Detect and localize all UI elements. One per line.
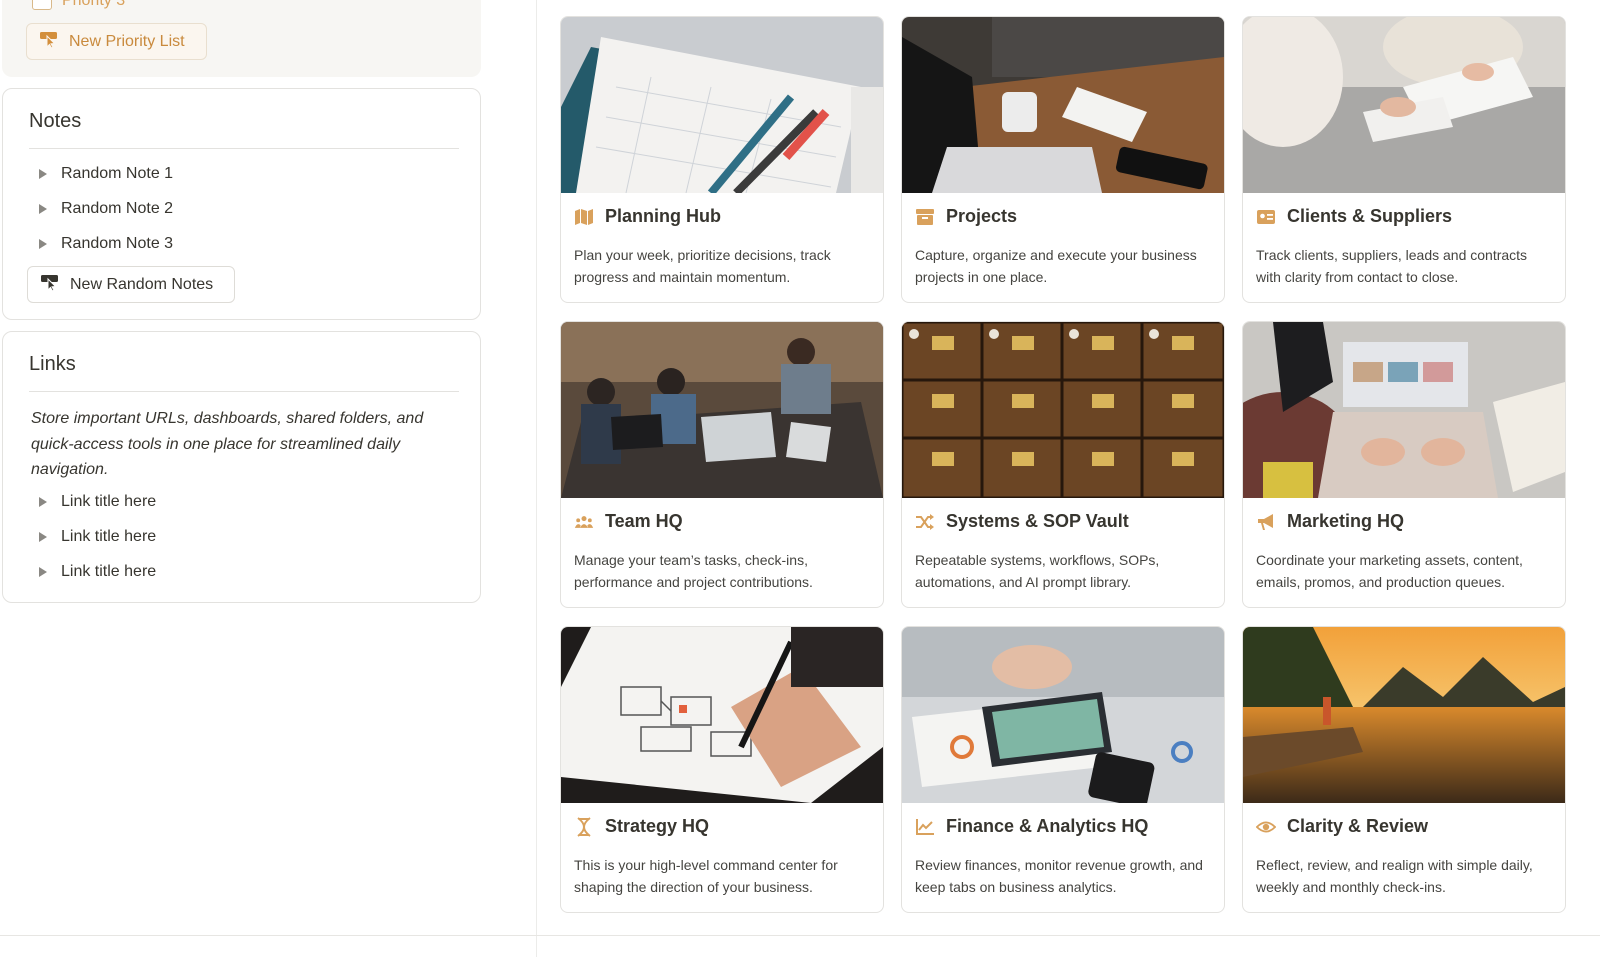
notes-title: Notes [29,110,82,132]
tile-title: Strategy HQ [605,816,710,836]
tile-header: Finance & Analytics HQ [915,816,1148,837]
divider [29,148,459,149]
new-random-notes-button[interactable]: New Random Notes [27,266,235,303]
tile-title: Team HQ [605,511,683,531]
laptop-lap-photo [1243,322,1565,498]
toggle-label: Random Note 2 [61,200,174,217]
tile-clients-suppliers[interactable]: Clients & Suppliers Track clients, suppl… [1242,16,1566,303]
tile-description: Capture, organize and execute your busin… [915,247,1197,285]
tile-finance-analytics-hq[interactable]: Finance & Analytics HQ Review finances, … [901,626,1225,913]
toggle-item[interactable]: Random Note 1 [39,165,173,183]
toggle-label: Random Note 3 [61,235,174,252]
divider [0,935,1600,936]
tile-header: Clients & Suppliers [1256,206,1452,227]
tile-description: Coordinate your marketing assets, conten… [1256,552,1523,590]
tile-description: Reflect, review, and realign with simple… [1256,857,1533,895]
new-priority-list-label: New Priority List [69,32,185,50]
priority-item[interactable]: Priority 3 [32,0,125,10]
people-group-icon [574,512,594,532]
monthly-planner-photo [561,17,883,193]
tile-header: Strategy HQ [574,816,709,837]
left-column: Priority 3 New Priority List Notes Rando… [0,0,537,957]
toggle-triangle-icon[interactable] [39,204,47,214]
toggle-item[interactable]: Random Note 2 [39,200,173,218]
tile-description: Manage your team’s tasks, check-ins, per… [574,552,813,590]
notes-card: Notes Random Note 1 Random Note 2 Random… [2,88,481,320]
toggle-label: Link title here [61,563,157,580]
tile-title: Planning Hub [605,206,721,226]
tile-header: Clarity & Review [1256,816,1428,837]
cursor-pointer-icon [40,273,60,296]
tile-description: Repeatable systems, workflows, SOPs, aut… [915,552,1160,590]
toggle-item[interactable]: Link title here [39,528,156,546]
tile-description: This is your high-level command center f… [574,857,838,895]
tablet-charts-photo [902,627,1224,803]
new-priority-list-button[interactable]: New Priority List [26,23,207,60]
tile-systems-sop-vault[interactable]: Systems & SOP Vault Repeatable systems, … [901,321,1225,608]
archive-box-icon [915,207,935,227]
toggle-item[interactable]: Link title here [39,563,156,581]
new-random-notes-label: New Random Notes [70,275,214,293]
tile-header: Systems & SOP Vault [915,511,1129,532]
shuffle-icon [915,512,935,532]
map-icon [574,207,594,227]
toggle-label: Link title here [61,493,157,510]
tile-description: Plan your week, prioritize decisions, tr… [574,247,831,285]
links-card: Links Store important URLs, dashboards, … [2,331,481,603]
tile-description: Track clients, suppliers, leads and cont… [1256,247,1528,285]
tile-planning-hub[interactable]: Planning Hub Plan your week, prioritize … [560,16,884,303]
tile-clarity-review[interactable]: Clarity & Review Reflect, review, and re… [1242,626,1566,913]
cursor-pointer-icon [39,30,59,53]
tile-header: Team HQ [574,511,683,532]
tile-title: Marketing HQ [1287,511,1405,531]
priority-item-label: Priority 3 [62,0,126,9]
divider [29,391,459,392]
tile-title: Systems & SOP Vault [946,511,1129,531]
tile-strategy-hq[interactable]: Strategy HQ This is your high-level comm… [560,626,884,913]
links-title: Links [29,353,76,375]
tile-header: Projects [915,206,1017,227]
megaphone-icon [1256,512,1276,532]
tile-title: Projects [946,206,1018,226]
checkbox[interactable] [32,0,52,10]
toggle-label: Random Note 1 [61,165,174,182]
lake-sunset-photo [1243,627,1565,803]
laptop-desk-photo [902,17,1224,193]
toggle-triangle-icon[interactable] [39,567,47,577]
toggle-item[interactable]: Link title here [39,493,156,511]
line-chart-icon [915,817,935,837]
tile-header: Planning Hub [574,206,721,227]
contact-card-icon [1256,207,1276,227]
tile-marketing-hq[interactable]: Marketing HQ Coordinate your marketing a… [1242,321,1566,608]
tile-title: Clients & Suppliers [1287,206,1453,226]
tile-title: Clarity & Review [1287,816,1429,836]
toggle-item[interactable]: Random Note 3 [39,235,173,253]
card-catalog-photo [902,322,1224,498]
eye-icon [1256,817,1276,837]
tile-description: Review finances, monitor revenue growth,… [915,857,1203,895]
tile-title: Finance & Analytics HQ [946,816,1149,836]
toggle-triangle-icon[interactable] [39,532,47,542]
wireframe-sketch-photo [561,627,883,803]
tile-projects[interactable]: Projects Capture, organize and execute y… [901,16,1225,303]
toggle-triangle-icon[interactable] [39,239,47,249]
contract-signing-photo [1243,17,1565,193]
tile-team-hq[interactable]: Team HQ Manage your team’s tasks, check-… [560,321,884,608]
team-working-photo [561,322,883,498]
dna-icon [574,816,594,837]
toggle-triangle-icon[interactable] [39,169,47,179]
toggle-label: Link title here [61,528,157,545]
links-description: Store important URLs, dashboards, shared… [31,410,424,478]
tile-header: Marketing HQ [1256,511,1404,532]
toggle-triangle-icon[interactable] [39,497,47,507]
